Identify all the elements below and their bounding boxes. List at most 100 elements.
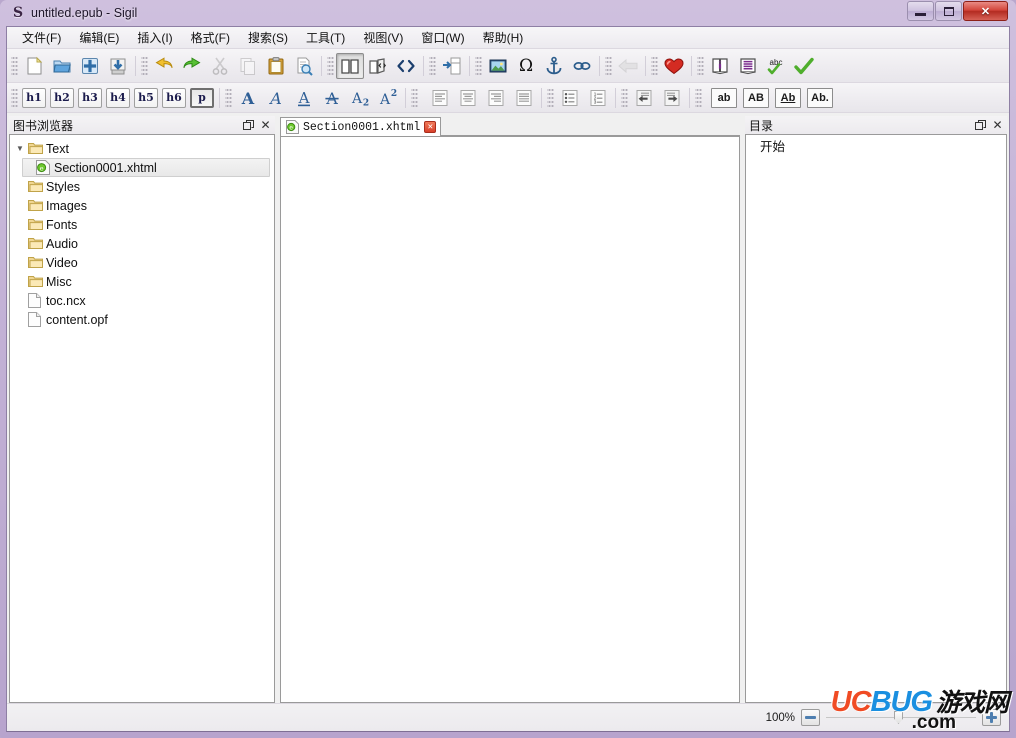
subscript-icon[interactable]: A 2: [346, 85, 374, 111]
menu-search[interactable]: 搜索(S): [239, 26, 297, 49]
toolbar-grip[interactable]: [225, 86, 232, 109]
menu-insert[interactable]: 插入(I): [128, 26, 181, 49]
tree-item-section0001[interactable]: e Section0001.xhtml: [22, 158, 270, 177]
document-tab[interactable]: e Section0001.xhtml ✕: [280, 117, 442, 136]
menu-help[interactable]: 帮助(H): [474, 26, 533, 49]
document-editor-area[interactable]: [280, 136, 740, 703]
heading-h4-button[interactable]: h4: [106, 87, 130, 108]
menu-view[interactable]: 视图(V): [354, 26, 412, 49]
spellcheck-icon[interactable]: abc: [762, 53, 790, 79]
toolbar-grip[interactable]: [697, 54, 704, 77]
minimize-button[interactable]: [907, 1, 934, 21]
titlecase-button[interactable]: Ab: [775, 87, 801, 108]
heading-h2-button[interactable]: h2: [50, 87, 74, 108]
align-justify-icon[interactable]: [510, 85, 538, 111]
strikethrough-icon[interactable]: A: [318, 85, 346, 111]
toolbar-grip[interactable]: [475, 54, 482, 77]
numbered-list-icon[interactable]: 1 2 3: [584, 85, 612, 111]
tree-item-content-opf[interactable]: content.opf: [10, 310, 274, 329]
toolbar-grip[interactable]: [651, 54, 658, 77]
insert-anchor-icon[interactable]: [540, 53, 568, 79]
close-button[interactable]: ✕: [963, 1, 1008, 21]
toolbar-grip[interactable]: [621, 86, 628, 109]
toolbar-grip[interactable]: [605, 54, 612, 77]
heading-h6-button[interactable]: h6: [162, 87, 186, 108]
book-view-icon[interactable]: [336, 52, 364, 79]
tree-item-images[interactable]: Images: [10, 196, 274, 215]
toolbar-grip[interactable]: [429, 54, 436, 77]
toolbar-grip[interactable]: [141, 54, 148, 77]
toolbar-grip[interactable]: [11, 86, 18, 109]
insert-link-icon[interactable]: [568, 53, 596, 79]
zoom-slider-handle[interactable]: [894, 711, 903, 724]
paragraph-button[interactable]: p: [190, 87, 214, 108]
menu-tools[interactable]: 工具(T): [297, 26, 354, 49]
open-folder-icon[interactable]: [48, 53, 76, 79]
italic-icon[interactable]: A: [262, 85, 290, 111]
menu-edit[interactable]: 编辑(E): [70, 26, 128, 49]
superscript-icon[interactable]: A 2: [374, 85, 402, 111]
tree-item-fonts[interactable]: Fonts: [10, 215, 274, 234]
validate-icon[interactable]: [790, 53, 818, 79]
toolbar-grip[interactable]: [327, 54, 334, 77]
toolbar-separator: [219, 87, 220, 108]
zoom-slider[interactable]: [826, 709, 976, 726]
underline-icon[interactable]: A: [290, 85, 318, 111]
close-icon[interactable]: ✕: [258, 118, 273, 133]
zoom-out-button[interactable]: [801, 709, 820, 726]
indent-icon[interactable]: [658, 85, 686, 111]
toolbar-grip[interactable]: [695, 86, 702, 109]
toc-editor-icon[interactable]: [734, 53, 762, 79]
bullet-list-icon[interactable]: [556, 85, 584, 111]
tree-item-text[interactable]: ▼ Text: [10, 139, 274, 158]
metadata-editor-icon[interactable]: [706, 53, 734, 79]
insert-image-icon[interactable]: [484, 53, 512, 79]
split-file-icon[interactable]: [438, 53, 466, 79]
tree-item-toc-ncx[interactable]: toc.ncx: [10, 291, 274, 310]
heading-h3-button[interactable]: h3: [78, 87, 102, 108]
tree-item-misc[interactable]: Misc: [10, 272, 274, 291]
undock-icon[interactable]: [241, 118, 256, 133]
undo-icon[interactable]: [150, 53, 178, 79]
tree-item-audio[interactable]: Audio: [10, 234, 274, 253]
bold-icon[interactable]: A: [234, 85, 262, 111]
folder-icon: [28, 256, 46, 269]
menu-format[interactable]: 格式(F): [182, 26, 239, 49]
zoom-in-button[interactable]: [982, 709, 1001, 726]
code-view-icon[interactable]: [392, 53, 420, 79]
tree-item-styles[interactable]: Styles: [10, 177, 274, 196]
tree-item-video[interactable]: Video: [10, 253, 274, 272]
heart-icon[interactable]: [660, 53, 688, 79]
add-file-icon[interactable]: [76, 53, 104, 79]
new-file-icon[interactable]: [20, 53, 48, 79]
special-character-icon[interactable]: Ω: [512, 53, 540, 79]
heading-h5-button[interactable]: h5: [134, 87, 158, 108]
paste-icon[interactable]: [262, 53, 290, 79]
back-arrow-icon[interactable]: [614, 53, 642, 79]
align-right-icon[interactable]: [482, 85, 510, 111]
heading-h1-button[interactable]: h1: [22, 87, 46, 108]
copy-icon[interactable]: [234, 53, 262, 79]
outdent-icon[interactable]: [630, 85, 658, 111]
sentencecase-button[interactable]: Ab.: [807, 87, 833, 108]
redo-icon[interactable]: [178, 53, 206, 79]
cut-icon[interactable]: [206, 53, 234, 79]
save-icon[interactable]: [104, 53, 132, 79]
menu-window[interactable]: 窗口(W): [412, 26, 473, 49]
align-left-icon[interactable]: [426, 85, 454, 111]
align-center-icon[interactable]: [454, 85, 482, 111]
find-replace-icon[interactable]: [290, 53, 318, 79]
close-icon[interactable]: ✕: [990, 118, 1005, 133]
uppercase-button[interactable]: AB: [743, 87, 769, 108]
lowercase-button[interactable]: ab: [711, 87, 737, 108]
menu-file[interactable]: 文件(F): [13, 26, 70, 49]
undock-icon[interactable]: [973, 118, 988, 133]
expand-arrow-icon[interactable]: ▼: [16, 144, 28, 153]
toolbar-grip[interactable]: [411, 86, 418, 109]
toolbar-grip[interactable]: [11, 54, 18, 77]
maximize-button[interactable]: [935, 1, 962, 21]
toolbar-grip[interactable]: [547, 86, 554, 109]
tab-close-icon[interactable]: ✕: [424, 121, 437, 133]
split-view-icon[interactable]: [364, 53, 392, 79]
toc-entry[interactable]: 开始: [746, 135, 1006, 155]
